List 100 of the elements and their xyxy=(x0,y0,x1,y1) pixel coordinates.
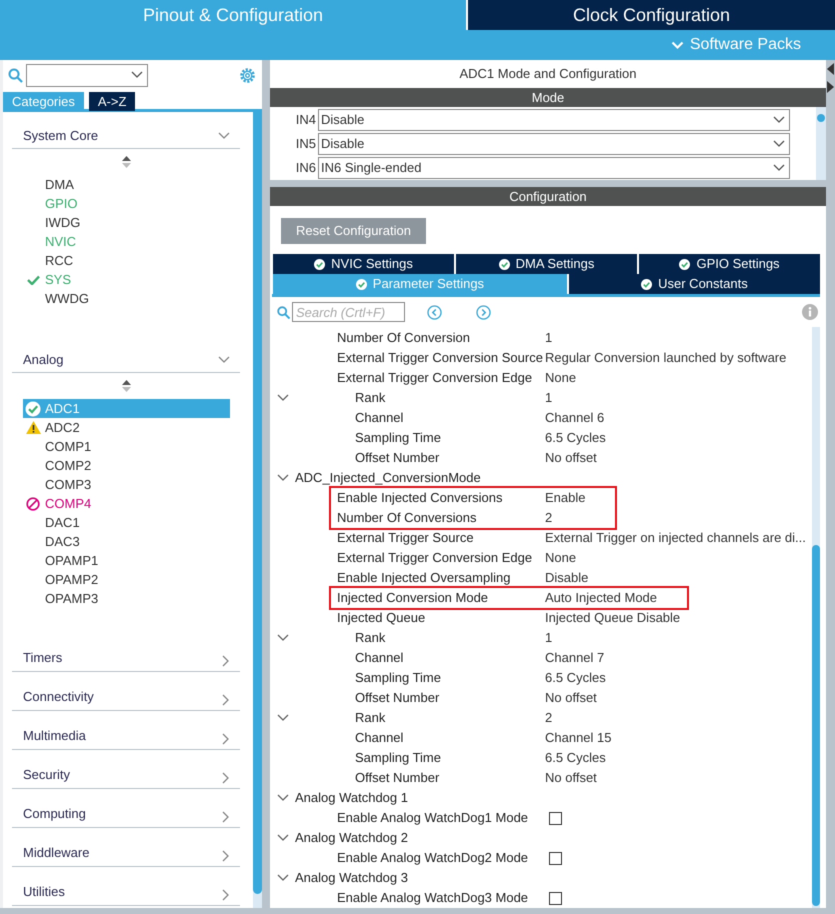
mode-dropdown[interactable]: Disable xyxy=(318,133,790,155)
check-circle-icon xyxy=(498,258,510,270)
parameter-value: Disable xyxy=(545,569,588,588)
parameter-name: Rank xyxy=(355,389,386,408)
sort-arrows-icon[interactable] xyxy=(122,380,130,392)
chevron-down-icon[interactable] xyxy=(276,634,288,642)
check-circle-icon xyxy=(25,400,41,416)
expand-arrow-icon[interactable] xyxy=(827,81,834,93)
settings-tab[interactable]: GPIO Settings xyxy=(639,254,820,274)
chevron-down-icon[interactable] xyxy=(218,356,230,364)
collapse-arrow-icon[interactable] xyxy=(827,63,834,75)
category-header[interactable]: Utilities xyxy=(12,867,240,906)
parameter-value: Injected Queue Disable xyxy=(545,609,680,628)
mode-dropdown[interactable]: Disable xyxy=(318,109,790,131)
parameter-name: Enable Injected Oversampling xyxy=(337,569,510,588)
parameter-value: 1 xyxy=(545,389,552,408)
category-header[interactable]: Connectivity xyxy=(12,672,240,711)
previous-icon[interactable] xyxy=(427,304,442,320)
parameter-value: 6.5 Cycles xyxy=(545,749,606,768)
peripheral-item[interactable]: DMA xyxy=(23,175,230,194)
parameter-value: No offset xyxy=(545,769,597,788)
settings-icon[interactable] xyxy=(239,66,256,84)
parameter-name: Rank xyxy=(355,709,386,728)
peripheral-item[interactable]: COMP4 xyxy=(23,494,230,513)
peripheral-item[interactable]: COMP2 xyxy=(23,456,230,475)
peripheral-item[interactable]: OPAMP2 xyxy=(23,570,230,589)
scroll-thumb-icon[interactable] xyxy=(816,112,826,123)
category-header[interactable]: Multimedia xyxy=(12,711,240,750)
chevron-right-icon[interactable] xyxy=(222,811,230,823)
group-name: Analog Watchdog 1 xyxy=(295,789,408,808)
category-header[interactable]: Computing xyxy=(12,789,240,828)
mode-dropdown[interactable]: IN6 Single-ended xyxy=(318,157,790,179)
check-icon xyxy=(26,274,40,284)
chevron-right-icon[interactable] xyxy=(222,655,230,667)
chevron-down-icon[interactable] xyxy=(218,132,230,140)
checkbox[interactable] xyxy=(549,852,562,864)
parameter-name: Injected Conversion Mode xyxy=(337,589,488,608)
caret-icon xyxy=(131,71,143,79)
settings-tab[interactable]: User Constants xyxy=(568,274,820,294)
peripheral-item[interactable]: COMP3 xyxy=(23,475,230,494)
parameter-name: Enable Analog WatchDog2 Mode xyxy=(337,849,528,868)
input-label: IN4 xyxy=(294,111,317,130)
chevron-down-icon[interactable] xyxy=(276,714,288,722)
category-header[interactable]: Middleware xyxy=(12,828,240,867)
search-icon[interactable] xyxy=(8,68,23,82)
parameter-name: External Trigger Conversion Edge xyxy=(337,549,532,568)
search-combo-field[interactable] xyxy=(26,64,148,86)
mode-header: Mode xyxy=(270,88,826,107)
parameter-value: 2 xyxy=(545,509,552,528)
scrollbar[interactable] xyxy=(816,107,826,180)
top-tab[interactable]: Clock Configuration xyxy=(468,0,835,30)
category-header[interactable]: System Core xyxy=(12,123,240,149)
category-header[interactable]: Timers xyxy=(12,633,240,672)
parameter-value: None xyxy=(545,549,576,568)
panel-title: ADC1 Mode and Configuration xyxy=(458,65,638,84)
chevron-down-icon[interactable] xyxy=(276,834,288,842)
chevron-down-icon[interactable] xyxy=(276,474,288,482)
checkbox[interactable] xyxy=(549,892,562,904)
chevron-right-icon[interactable] xyxy=(222,694,230,706)
search-field[interactable]: Search (Crtl+F) xyxy=(292,302,405,322)
sort-arrows-icon[interactable] xyxy=(122,156,130,168)
input-label: IN6 xyxy=(294,159,317,178)
configuration-header: Configuration xyxy=(270,187,826,206)
peripheral-item[interactable]: COMP1 xyxy=(23,437,230,456)
sidebar-tab[interactable]: A->Z xyxy=(88,92,136,111)
peripheral-item[interactable]: OPAMP3 xyxy=(23,589,230,608)
parameter-value: Enable xyxy=(545,489,586,508)
parameter-value: Channel 7 xyxy=(545,649,604,668)
category-header[interactable]: Security xyxy=(12,750,240,789)
parameter-name: Sampling Time xyxy=(355,429,441,448)
checkbox[interactable] xyxy=(549,812,562,824)
peripheral-item[interactable]: DAC3 xyxy=(23,532,230,551)
parameter-value: No offset xyxy=(545,449,597,468)
search-icon[interactable] xyxy=(277,306,290,318)
scrollbar[interactable] xyxy=(253,112,262,908)
peripheral-item[interactable]: DAC1 xyxy=(23,513,230,532)
parameter-name: Offset Number xyxy=(355,689,440,708)
settings-tab[interactable]: DMA Settings xyxy=(456,254,637,274)
peripheral-item[interactable]: WWDG xyxy=(23,289,230,308)
chevron-down-icon[interactable] xyxy=(276,394,288,402)
caret-icon xyxy=(773,116,785,124)
chevron-down-icon[interactable] xyxy=(276,874,288,882)
chevron-right-icon[interactable] xyxy=(222,772,230,784)
peripheral-item[interactable]: IWDG xyxy=(23,213,230,232)
peripheral-item[interactable]: OPAMP1 xyxy=(23,551,230,570)
next-icon[interactable] xyxy=(476,304,491,320)
settings-tab[interactable]: NVIC Settings xyxy=(273,254,454,274)
parameter-value: 6.5 Cycles xyxy=(545,429,606,448)
chevron-right-icon[interactable] xyxy=(222,733,230,745)
parameter-value: 1 xyxy=(545,629,552,648)
info-icon[interactable] xyxy=(802,304,818,320)
chevron-right-icon[interactable] xyxy=(222,850,230,862)
scrollbar[interactable] xyxy=(812,327,820,908)
chevron-right-icon[interactable] xyxy=(222,889,230,901)
category-header[interactable]: Analog xyxy=(12,347,240,373)
peripheral-item[interactable]: RCC xyxy=(23,251,230,270)
parameter-name: Injected Queue xyxy=(337,609,426,628)
chevron-down-icon[interactable] xyxy=(276,794,288,802)
peripheral-item[interactable]: ADC2 xyxy=(23,418,230,437)
check-circle-icon xyxy=(356,278,367,290)
